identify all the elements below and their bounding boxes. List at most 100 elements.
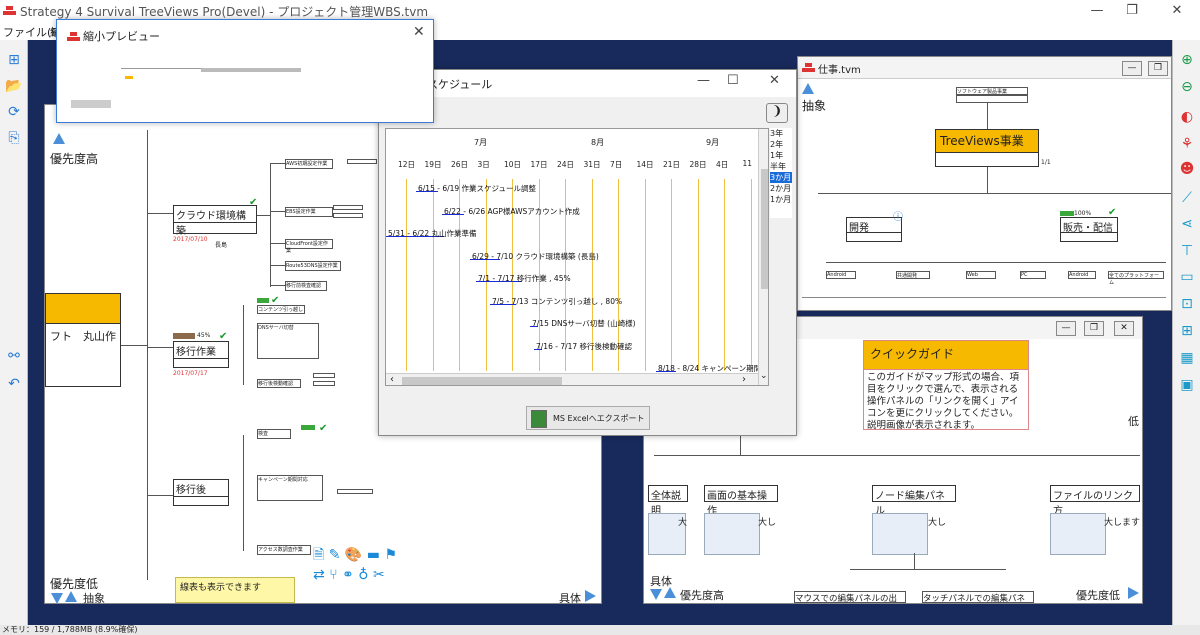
scroll-down-icon[interactable] [650,589,662,600]
sub-node-leaf[interactable] [333,205,363,210]
grid-icon[interactable]: ⊞ [1176,320,1198,342]
child-android[interactable]: Android [826,271,856,279]
child-web[interactable]: Web [966,271,996,279]
tree-icon[interactable]: ⚘ [1176,133,1198,155]
branch-overview[interactable]: 全体説明 [648,485,688,517]
excel-export-button[interactable]: MS Excelへエクスポート [526,406,650,430]
branch-icon[interactable]: ⑂ [329,567,337,583]
root-node[interactable]: フト 丸山作 [45,323,121,387]
table-icon[interactable]: ▦ [1176,347,1198,369]
guide-minimize-button[interactable]: — [1056,321,1076,336]
rows-icon[interactable]: ▬ [367,547,380,563]
child-common[interactable]: 共通開発 [896,271,930,279]
shuffle-icon[interactable]: ⇄ [313,567,325,583]
scroll-up-icon[interactable] [802,83,814,94]
bottom-node-touch[interactable]: タッチパネルでの編集パネ [922,591,1034,604]
schedule-item[interactable]: 7/16 - 7/17 移行後検動確認 [536,341,632,352]
flag-icon[interactable]: ⚑ [384,547,397,563]
layout-icon[interactable]: ◐ [1176,106,1198,128]
schedule-hscrollbar[interactable]: ‹ › [386,373,758,385]
sub-node-leaf[interactable] [337,489,373,494]
sub-node-leaf[interactable] [313,373,335,378]
scroll-right-icon[interactable]: › [742,374,746,385]
palette-icon[interactable]: 🎨 [345,547,362,563]
sub-node-leaf[interactable] [347,159,377,164]
zoom-out-icon[interactable]: ⊖ [1176,76,1198,98]
pencil-icon[interactable]: ✎ [329,547,341,563]
schedule-item[interactable]: 7/1 - 7/17 移行作業 , 45% [478,273,571,284]
export-icon[interactable]: ▣ [1176,374,1198,396]
work-restore-button[interactable]: ❐ [1148,61,1168,76]
preview-map[interactable] [61,56,429,120]
minimize-button[interactable]: — [1085,2,1109,20]
range-3y[interactable]: 3年 [770,128,792,139]
range-2y[interactable]: 2年 [770,139,792,150]
range-3m[interactable]: 3か月 [770,172,792,183]
schedule-item[interactable]: 7/5 - 7/13 コンテンツ引っ越し , 80% [492,296,622,307]
sales-node[interactable]: 販売・配信 [1060,217,1118,234]
work-root-node[interactable]: TreeViews事業 [935,129,1039,153]
sub-node-content[interactable]: コンテンツ引っ越し [257,305,305,314]
preview-close-button[interactable]: ✕ [413,24,425,40]
child-pc[interactable]: PC [1020,271,1046,279]
scroll-down-icon[interactable]: ⌄ [760,371,768,381]
close-button[interactable]: ✕ [1165,2,1189,20]
hierarchy-icon[interactable]: ⊤ [1176,240,1198,262]
sub-node-verify[interactable]: 移行後検動確認 [257,379,301,388]
work-root-top[interactable]: ソフトウェア製品事業 [956,87,1028,95]
sub-node-aws[interactable]: AWS初期設定作業 [285,159,333,169]
person-icon[interactable]: ☻ [1176,158,1198,180]
node-icon[interactable]: ▭ [1176,266,1198,288]
guide-close-button[interactable]: ✕ [1114,321,1134,336]
root-node-header[interactable] [45,293,121,325]
link-icon[interactable]: ⚭ [342,567,354,583]
schedule-minimize-button[interactable]: — [697,73,710,88]
move-node[interactable]: 移行作業 [173,341,229,359]
schedule-item[interactable]: 6/22 - 6/26 AGP様AWSアカウント作成 [444,206,580,217]
sub-node-ebs[interactable]: EBS設定作業 [285,207,333,217]
schedule-toggle-button[interactable]: ❩ [766,103,788,123]
sub-node-check[interactable]: 移行前検査確認 [285,281,327,291]
scroll-left-icon[interactable]: ‹ [390,374,394,385]
restore-button[interactable]: ❐ [1120,2,1144,20]
sub-node-route53[interactable]: Route53DNS設定作業 [285,261,341,271]
cut-icon[interactable]: ✂ [373,567,385,583]
scroll-down-icon[interactable] [51,593,63,604]
map-icon[interactable]: ⊡ [1176,293,1198,315]
schedule-item[interactable]: 7/15 DNSサーバ切替 (山崎様) [532,318,636,329]
schedule-item[interactable]: 6/15 - 6/19 作業スケジュール調整 [418,183,536,194]
zoom-in-icon[interactable]: ⊕ [1176,49,1198,71]
work-minimize-button[interactable]: — [1122,61,1142,76]
scroll-up-icon[interactable] [664,587,676,598]
sub-node-access[interactable]: アクセス数調査作業 [257,545,311,555]
range-2m[interactable]: 2か月 [770,183,792,194]
schedule-item[interactable]: 6/29 - 7/10 クラウド環境構築 (長島) [472,251,599,262]
branch-basic[interactable]: 画面の基本操作 [704,485,778,517]
range-half[interactable]: 半年 [770,161,792,172]
note-box[interactable]: 線表も表示できます [175,577,295,603]
open-folder-icon[interactable]: 📂 [3,75,25,97]
range-1y[interactable]: 1年 [770,150,792,161]
after-node[interactable]: 移行後 [173,479,229,497]
sub-node-inspect[interactable]: 検査 [257,429,291,439]
sub-node-cloudfront[interactable]: CloudFront設定作業 [285,239,333,254]
sub-node-leaf[interactable] [313,381,335,386]
award-icon[interactable]: ♁ [358,567,368,583]
branch-file-link[interactable]: ファイルのリンク方 [1050,485,1140,517]
bottom-node-mouse[interactable]: マウスでの編集パネルの出 [794,591,906,604]
basic-screenshot[interactable] [704,513,760,555]
schedule-maximize-button[interactable]: ☐ [727,73,739,88]
scroll-right-icon[interactable] [585,590,596,602]
cloud-node[interactable]: クラウド環境構築 [173,205,257,237]
sub-node-campaign[interactable]: キャンペーン期間対応 [257,475,323,501]
sub-node-leaf[interactable] [333,213,363,218]
guide-restore-button[interactable]: ❐ [1084,321,1104,336]
share-icon[interactable]: ⋖ [1176,213,1198,235]
range-1m[interactable]: 1か月 [770,194,792,205]
branch-node-panel[interactable]: ノード編集パネル [872,485,956,517]
scroll-thumb[interactable] [402,377,562,385]
link-icon[interactable]: ⟋ [1176,187,1198,209]
binoculars-icon[interactable]: ⚯ [3,345,25,367]
sub-node-dns[interactable]: DNSサーバ切替 [257,323,319,359]
scroll-up-icon[interactable] [65,591,77,602]
